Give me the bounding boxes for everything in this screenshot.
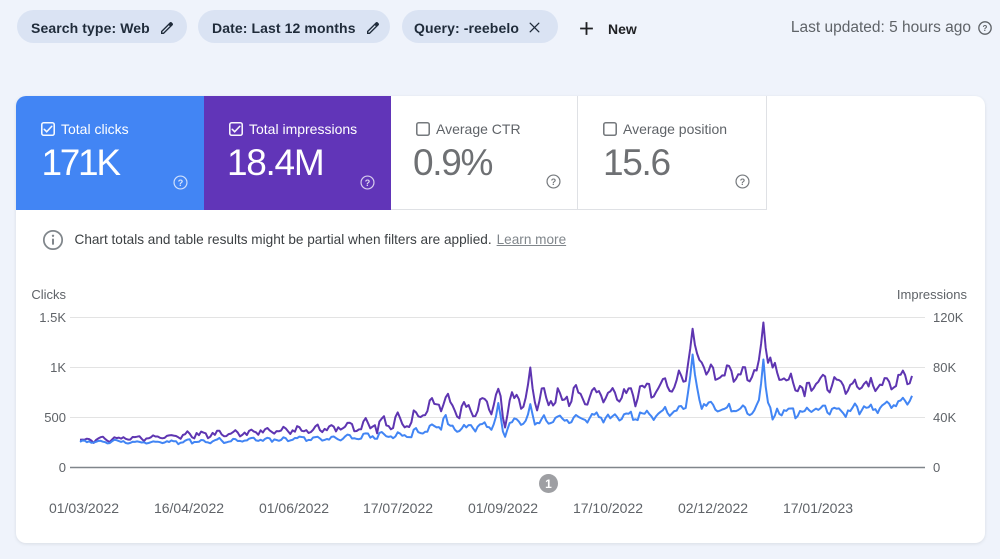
- svg-text:?: ?: [983, 24, 988, 33]
- svg-text:?: ?: [551, 177, 557, 187]
- svg-text:?: ?: [740, 177, 746, 187]
- svg-text:?: ?: [365, 178, 371, 188]
- svg-text:?: ?: [178, 178, 184, 188]
